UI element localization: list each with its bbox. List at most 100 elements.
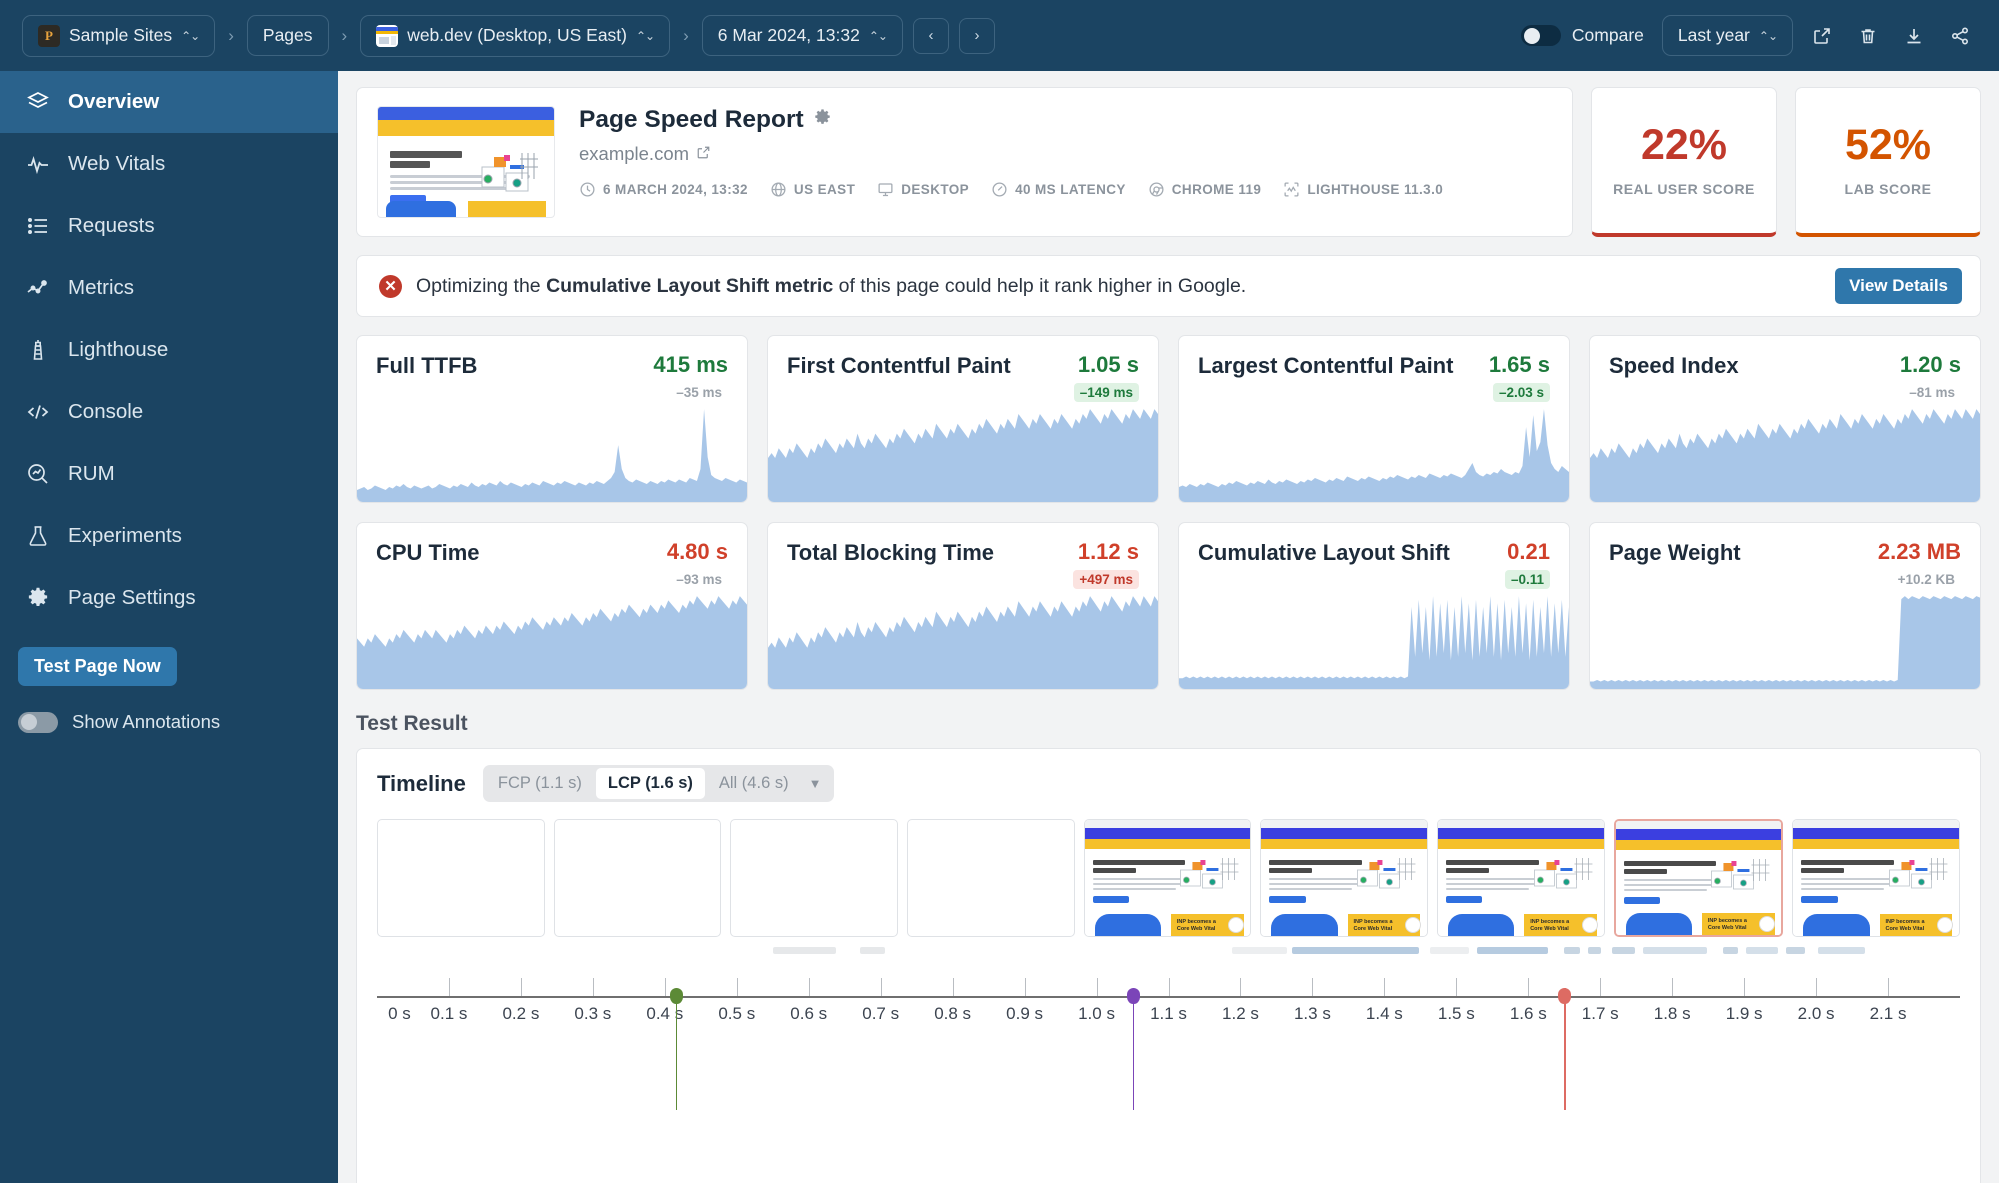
body: Overview Web Vitals Requests Metrics Lig… <box>0 71 1999 1183</box>
metric-values: 1.65 s –2.03 s <box>1488 352 1550 403</box>
sidebar-item-metrics[interactable]: Metrics <box>0 257 338 319</box>
sidebar-item-web-vitals[interactable]: Web Vitals <box>0 133 338 195</box>
meta-label: DESKTOP <box>901 182 970 197</box>
metric-sparkline <box>1179 398 1569 502</box>
axis-tick-label: 0.8 s <box>934 1004 972 1023</box>
axis-tick <box>1168 978 1170 996</box>
metric-card[interactable]: Cumulative Layout Shift 0.21 –0.11 <box>1178 522 1570 690</box>
segment-all[interactable]: All (4.6 s) <box>707 768 801 799</box>
chevron-down-icon: ⌃⌄ <box>868 28 888 43</box>
axis-tick-label: 1.6 s <box>1509 1004 1547 1023</box>
meta-label: LIGHTHOUSE 11.3.0 <box>1307 182 1444 197</box>
metric-name: CPU Time <box>376 540 480 565</box>
filmstrip-frame[interactable]: INP becomes a Core Web Vital <box>1083 819 1252 937</box>
banner-message: Optimizing the Cumulative Layout Shift m… <box>416 275 1821 298</box>
metric-value: 4.80 s <box>666 539 728 564</box>
sidebar-item-rum[interactable]: RUM <box>0 443 338 505</box>
date-range-select[interactable]: Last year ⌃⌄ <box>1661 15 1793 56</box>
view-details-button[interactable]: View Details <box>1835 268 1962 304</box>
metric-card[interactable]: Page Weight 2.23 MB +10.2 KB <box>1589 522 1981 690</box>
sidebar-item-console[interactable]: Console <box>0 381 338 443</box>
test-page-now-button[interactable]: Test Page Now <box>18 647 177 686</box>
clock-icon <box>579 181 596 198</box>
metric-card[interactable]: Speed Index 1.20 s –81 ms <box>1589 335 1981 503</box>
sidebar-item-overview[interactable]: Overview <box>0 71 338 133</box>
chevron-down-icon[interactable]: ▼ <box>803 776 832 791</box>
metric-card[interactable]: CPU Time 4.80 s –93 ms <box>356 522 748 690</box>
axis-tick-label: 2.1 s <box>1869 1004 1907 1023</box>
pulse-icon <box>25 151 51 177</box>
network-bar <box>1564 947 1581 954</box>
breadcrumb-page[interactable]: web.dev (Desktop, US East) ⌃⌄ <box>360 14 671 57</box>
metric-name: First Contentful Paint <box>787 353 1011 378</box>
network-bar <box>1429 947 1470 954</box>
sidebar-item-experiments[interactable]: Experiments <box>0 505 338 567</box>
timeline-header: Timeline FCP (1.1 s) LCP (1.6 s) All (4.… <box>377 765 1960 802</box>
filmstrip-frame[interactable]: INP becomes a Core Web Vital <box>1260 819 1429 937</box>
axis-line <box>377 996 1960 998</box>
banner-text-after: of this page could help it rank higher i… <box>833 274 1247 297</box>
metric-value: 1.12 s <box>1077 539 1139 564</box>
download-icon[interactable] <box>1897 19 1931 53</box>
delete-icon[interactable] <box>1851 19 1885 53</box>
axis-tick <box>1456 978 1458 996</box>
prev-run-button[interactable]: ‹ <box>912 17 949 54</box>
breadcrumb-timestamp[interactable]: 6 Mar 2024, 13:32 ⌃⌄ <box>701 15 903 56</box>
axis-tick <box>1384 978 1386 996</box>
filmstrip-frame[interactable] <box>907 819 1075 937</box>
metric-card[interactable]: Full TTFB 415 ms –35 ms <box>356 335 748 503</box>
axis-tick-label: 1.3 s <box>1293 1004 1331 1023</box>
next-run-button[interactable]: › <box>958 17 995 54</box>
metric-value: 415 ms <box>653 352 728 377</box>
show-annotations-toggle[interactable] <box>18 711 58 733</box>
network-bar <box>1643 947 1707 954</box>
open-external-icon[interactable] <box>1805 19 1839 53</box>
share-icon[interactable] <box>1943 19 1977 53</box>
sidebar-item-lighthouse[interactable]: Lighthouse <box>0 319 338 381</box>
axis-tick <box>1312 978 1314 996</box>
sidebar-item-label: Requests <box>68 214 155 237</box>
metric-value: 1.65 s <box>1488 352 1550 377</box>
compare-toggle[interactable] <box>1520 25 1561 46</box>
report-meta-list: 6 MARCH 2024, 13:32 US EAST DESKTOP 40 M… <box>579 181 1443 198</box>
page-url[interactable]: example.com <box>579 143 1443 165</box>
filmstrip-frame[interactable] <box>553 819 722 937</box>
lighthouse-icon <box>25 337 51 363</box>
filmstrip-frame[interactable]: INP becomes a Core Web Vital <box>1613 819 1784 937</box>
sidebar-item-label: Console <box>68 400 144 423</box>
axis-tick <box>1240 978 1242 996</box>
axis-tick <box>1096 978 1098 996</box>
axis-tick-label: 0.7 s <box>862 1004 900 1023</box>
filmstrip-frame[interactable]: INP becomes a Core Web Vital <box>1437 819 1605 937</box>
axis-tick-label: 1.2 s <box>1222 1004 1259 1023</box>
axis-tick <box>448 978 450 996</box>
gear-icon[interactable] <box>813 106 832 134</box>
segment-lcp[interactable]: LCP (1.6 s) <box>595 768 705 799</box>
frame-screenshot: INP becomes a Core Web Vital <box>1615 821 1782 935</box>
filmstrip-frame[interactable] <box>730 819 899 937</box>
metric-card[interactable]: First Contentful Paint 1.05 s –149 ms <box>767 335 1159 503</box>
date-range-label: Last year <box>1677 25 1750 45</box>
filmstrip-frame[interactable]: INP becomes a Core Web Vital <box>1792 819 1961 937</box>
network-bar <box>1746 947 1778 954</box>
axis-tick-label: 0.2 s <box>502 1004 540 1023</box>
marker-head <box>669 988 683 1004</box>
sidebar-item-requests[interactable]: Requests <box>0 195 338 257</box>
breadcrumb-site[interactable]: P Sample Sites ⌃⌄ <box>22 14 216 57</box>
meta-label: 40 MS LATENCY <box>1015 182 1126 197</box>
metric-card[interactable]: Largest Contentful Paint 1.65 s –2.03 s <box>1178 335 1570 503</box>
page-screenshot-thumbnail[interactable] <box>377 106 555 218</box>
breadcrumb-pages[interactable]: Pages <box>246 15 329 56</box>
filmstrip-frame[interactable] <box>377 819 545 937</box>
site-favicon: P <box>38 24 60 47</box>
page-favicon <box>376 24 399 47</box>
axis-tick-label: 0.1 s <box>430 1004 468 1023</box>
sidebar-item-page-settings[interactable]: Page Settings <box>0 567 338 629</box>
metric-sparkline <box>357 585 747 689</box>
meta-latency: 40 MS LATENCY <box>991 181 1126 198</box>
network-bar <box>1722 947 1739 954</box>
metric-header: Page Weight 2.23 MB +10.2 KB <box>1590 523 1980 589</box>
segment-fcp[interactable]: FCP (1.1 s) <box>486 768 594 799</box>
metric-card[interactable]: Total Blocking Time 1.12 s +497 ms <box>767 522 1159 690</box>
meta-browser: CHROME 119 <box>1148 181 1262 198</box>
